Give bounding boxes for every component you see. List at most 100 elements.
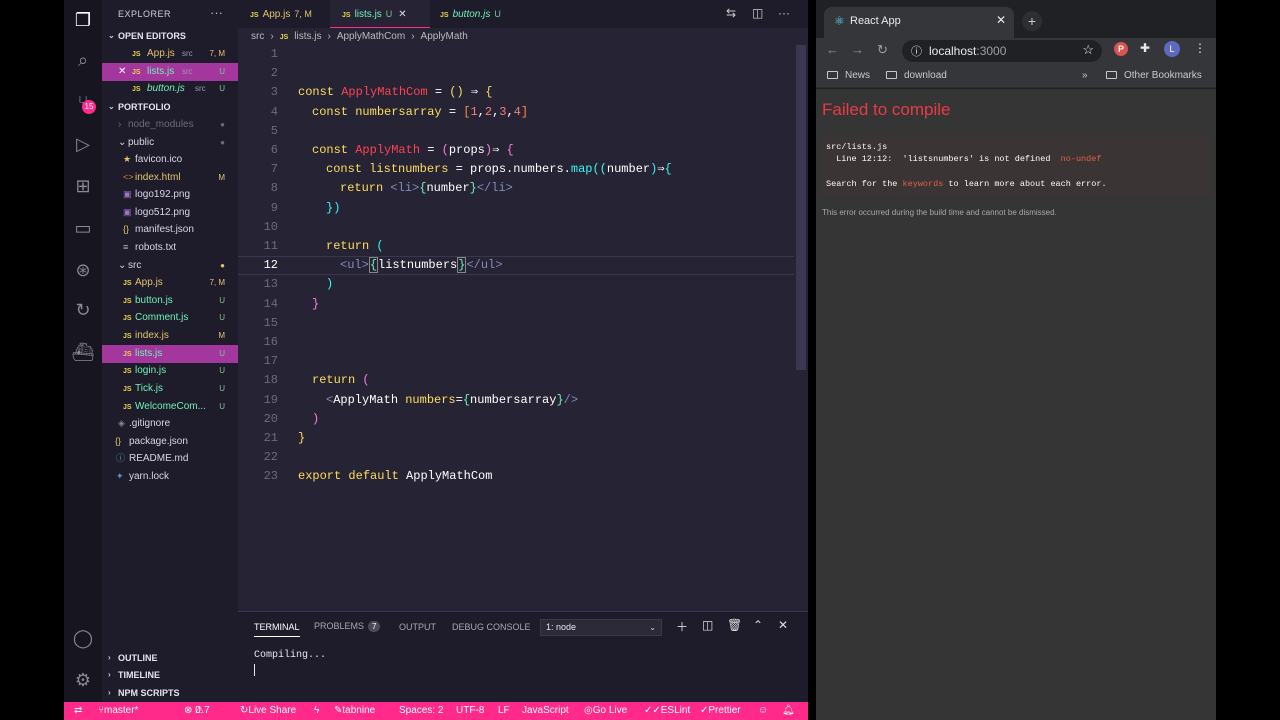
feedback-icon[interactable]: ☺	[758, 702, 768, 720]
encoding-status[interactable]: UTF-8	[456, 702, 484, 720]
file-item[interactable]: ≡ robots.txt	[102, 239, 238, 257]
folder-src[interactable]: ⌄ src ●	[102, 257, 238, 275]
editor-scrollbar[interactable]	[796, 45, 806, 370]
json-file-icon: {}	[115, 436, 122, 446]
search-icon[interactable]: ⌕	[71, 48, 95, 72]
settings-gear-icon[interactable]: ⚙	[71, 668, 95, 692]
problems-status[interactable]: ⊗ 0 ⚠ 7	[184, 702, 210, 720]
folder-node-modules[interactable]: › node_modules ●	[102, 116, 238, 134]
remote-icon[interactable]: ⇄	[74, 702, 82, 720]
lightning-icon[interactable]: ϟ	[314, 702, 319, 720]
trash-icon[interactable]: 🗑	[727, 618, 742, 632]
prettier-status[interactable]: ✓ Prettier	[700, 702, 741, 720]
timeline-header[interactable]: › TIMELINE	[102, 667, 238, 683]
folder-public[interactable]: ⌄ public ●	[102, 134, 238, 152]
file-item[interactable]: {} package.json	[102, 433, 238, 451]
close-icon[interactable]: ✕	[118, 63, 126, 81]
open-editor-item[interactable]: JS button.js src U	[102, 80, 238, 98]
browser-menu-icon[interactable]: ⋮	[1194, 41, 1206, 55]
browser-tab[interactable]: ⚛ React App ✕	[824, 7, 1014, 38]
profile-avatar[interactable]: L	[1164, 41, 1180, 57]
js-file-icon: JS	[132, 86, 141, 93]
bookmark-star-icon[interactable]: ☆	[1082, 42, 1094, 58]
file-item[interactable]: <> index.html M	[102, 169, 238, 187]
file-item[interactable]: JS login.js U	[102, 362, 238, 380]
close-panel-icon[interactable]: ✕	[778, 618, 788, 632]
compare-icon[interactable]: ⇆	[726, 6, 736, 20]
live-share-icon[interactable]: ↻	[71, 298, 95, 322]
account-icon[interactable]: ◯	[71, 626, 95, 650]
file-item[interactable]: ⓘ README.md	[102, 450, 238, 468]
file-item[interactable]: JS index.js M	[102, 327, 238, 345]
forward-arrow-icon[interactable]: →	[851, 42, 864, 57]
explorer-icon[interactable]: ❐	[71, 8, 95, 32]
remote-explorer-icon[interactable]: ▭	[71, 216, 95, 240]
tab-debug-console[interactable]: DEBUG CONSOLE	[452, 622, 531, 632]
outline-header[interactable]: › OUTLINE	[102, 650, 238, 666]
line-number: 8	[270, 181, 278, 196]
file-item[interactable]: JS lists.js U	[102, 345, 238, 363]
open-editors-header[interactable]: ⌄ OPEN EDITORS	[102, 28, 238, 44]
tabnine-status[interactable]: ✎ tabnine	[334, 702, 375, 720]
js-file-icon: JS	[342, 12, 351, 19]
file-item[interactable]: ▣ logo192.png	[102, 186, 238, 204]
explorer-title: EXPLORER	[118, 9, 172, 19]
extensions-icon[interactable]: ⊞	[71, 174, 95, 198]
tab-app-js[interactable]: JS App.js 7, M	[238, 0, 330, 28]
close-tab-icon[interactable]: ✕	[398, 9, 406, 20]
file-item[interactable]: JS button.js U	[102, 292, 238, 310]
address-bar[interactable]: ⓘ localhost:3000 ☆	[902, 40, 1102, 62]
open-editor-item[interactable]: JS App.js src 7, M	[102, 45, 238, 63]
file-item[interactable]: ◈ .gitignore	[102, 415, 238, 433]
chevron-right-icon: ›	[270, 31, 274, 42]
more-actions-icon[interactable]: ···	[778, 6, 790, 20]
file-item[interactable]: {} manifest.json	[102, 221, 238, 239]
tab-output[interactable]: OUTPUT	[399, 622, 436, 632]
image-file-icon: ▣	[123, 189, 132, 199]
docker-icon[interactable]: ⛴	[71, 340, 95, 364]
tab-terminal[interactable]: TERMINAL	[254, 622, 300, 637]
language-status[interactable]: JavaScript	[522, 702, 569, 720]
extension-p-icon[interactable]: P	[1114, 42, 1128, 56]
file-item[interactable]: ▣ logo512.png	[102, 204, 238, 222]
tab-problems[interactable]: PROBLEMS 7	[314, 621, 381, 632]
live-share-status[interactable]: ↻ Live Share	[240, 702, 296, 720]
more-actions-icon[interactable]: ···	[210, 5, 223, 20]
open-editor-item[interactable]: ✕ JS lists.js src U	[102, 63, 238, 81]
file-item[interactable]: JS Comment.js U	[102, 309, 238, 327]
terminal-selector[interactable]: 1: node ⌄	[540, 619, 662, 636]
eslint-status[interactable]: ✓✓ ESLint	[644, 702, 690, 720]
split-terminal-icon[interactable]: ◫	[702, 618, 713, 632]
file-item[interactable]: ✦ yarn.lock	[102, 468, 238, 486]
bookmark-news[interactable]: News	[827, 70, 870, 81]
split-editor-icon[interactable]: ◫	[752, 6, 763, 20]
portfolio-header[interactable]: ⌄ PORTFOLIO	[102, 99, 238, 115]
close-tab-icon[interactable]: ✕	[996, 13, 1006, 27]
notifications-bell-icon[interactable]: 🔔︎	[782, 702, 795, 720]
git-graph-icon[interactable]: ⊛	[71, 258, 95, 282]
extensions-puzzle-icon[interactable]: ✚	[1140, 41, 1150, 55]
go-live-status[interactable]: ◎ Go Live	[584, 702, 627, 720]
bookmark-download[interactable]: download	[886, 70, 947, 81]
indentation-status[interactable]: Spaces: 2	[399, 702, 443, 720]
file-item[interactable]: ★ favicon.ico	[102, 151, 238, 169]
maximize-panel-icon[interactable]: ⌃	[753, 618, 763, 632]
git-branch[interactable]: ⑂ master*	[98, 702, 138, 720]
other-bookmarks[interactable]: Other Bookmarks	[1106, 70, 1202, 81]
eol-status[interactable]: LF	[498, 702, 510, 720]
line-number: 17	[263, 354, 278, 369]
new-tab-button[interactable]: +	[1022, 11, 1042, 31]
tab-button-js[interactable]: JS button.js U	[430, 0, 530, 28]
file-item[interactable]: JS App.js 7, M	[102, 274, 238, 292]
npm-scripts-header[interactable]: › NPM SCRIPTS	[102, 685, 238, 701]
file-item[interactable]: JS Tick.js U	[102, 380, 238, 398]
file-item[interactable]: JS WelcomeCom... U	[102, 398, 238, 416]
code-editor[interactable]: 1 2 3 4 5 6 7 8 9 10 11 12 13 14 15 16 17 18 19 20 21 22 23 co…	[238, 45, 796, 605]
reload-icon[interactable]: ↻	[877, 42, 888, 58]
back-arrow-icon[interactable]: ←	[826, 42, 839, 57]
keywords-link[interactable]: keywords	[903, 179, 944, 189]
tab-lists-js[interactable]: JS lists.js U ✕	[330, 0, 430, 28]
new-terminal-icon[interactable]: ＋	[676, 618, 688, 635]
bookmarks-overflow[interactable]: »	[1082, 70, 1088, 81]
run-debug-icon[interactable]: ▷	[71, 132, 95, 156]
